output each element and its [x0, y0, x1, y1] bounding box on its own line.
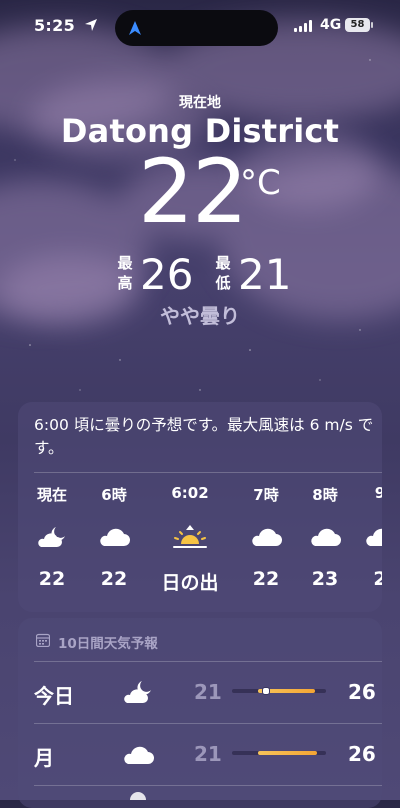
battery-icon: 58 — [345, 18, 370, 32]
high-value: 26 — [140, 250, 194, 299]
sunrise-icon — [173, 525, 207, 548]
condition-text: やや曇り — [160, 304, 240, 328]
status-time: 5:25 — [34, 16, 75, 35]
location-label: 現在地 — [179, 95, 221, 111]
current-temperature: 22 — [138, 140, 248, 243]
range-fill — [258, 751, 317, 755]
hour-label: 6時 — [101, 486, 127, 504]
day-name: 今日 — [34, 684, 74, 708]
day-low: 21 — [194, 680, 222, 704]
day-low: 21 — [194, 742, 222, 766]
divider — [34, 723, 382, 724]
ten-day-title: 10日間天気予報 — [58, 636, 158, 652]
hour-temp: 日の出 — [161, 572, 219, 594]
hour-temp: 22 — [38, 568, 66, 590]
forecast-summary: 6:00 頃に曇りの予想です。最大風速は 6 m/s です。 — [34, 416, 374, 457]
hour-temp: 23 — [311, 568, 339, 590]
temperature-range-bar — [232, 751, 326, 755]
divider — [34, 785, 382, 786]
day-high: 26 — [348, 742, 376, 766]
cellular-signal-icon — [294, 20, 314, 32]
day-name: 月 — [34, 746, 54, 770]
hourly-clip: 9 2 — [358, 402, 382, 612]
hour-temp: 22 — [252, 568, 280, 590]
calendar-icon — [36, 633, 50, 647]
hour-label: 7時 — [253, 486, 279, 504]
cloud-moon-icon — [38, 527, 65, 547]
low-value: 21 — [238, 250, 292, 299]
current-temp-dot — [261, 687, 270, 695]
cloud-moon-icon — [124, 681, 151, 703]
divider — [34, 661, 382, 662]
navigation-arrow-icon — [129, 21, 141, 35]
battery-tip — [371, 22, 373, 28]
location-arrow-icon — [85, 19, 97, 31]
day-row-today[interactable]: 今日 21 26 — [18, 666, 382, 722]
high-label-bottom: 高 — [117, 274, 133, 292]
hour-temp: 22 — [100, 568, 128, 590]
day-row-monday[interactable]: 月 21 26 — [18, 728, 382, 784]
cloud-icon — [366, 528, 382, 546]
dynamic-island[interactable] — [115, 10, 278, 46]
temperature-range-bar — [232, 687, 326, 695]
low-label-bottom: 低 — [215, 274, 231, 292]
temperature-unit: °C — [240, 163, 281, 203]
network-type: 4G — [320, 17, 342, 33]
high-label-top: 最 — [117, 254, 133, 272]
sun-icon — [130, 792, 146, 800]
hour-label: 9 — [374, 484, 382, 502]
low-label-top: 最 — [215, 254, 231, 272]
cloud-icon — [100, 528, 130, 546]
divider — [34, 472, 382, 473]
hourly-forecast-card[interactable]: 6:00 頃に曇りの予想です。最大風速は 6 m/s です。 現在 22 6時 … — [18, 402, 382, 612]
cloud-icon — [311, 528, 341, 546]
hour-label: 6:02 — [171, 484, 209, 502]
cloud-icon — [252, 528, 282, 546]
hour-temp: 2 — [373, 568, 382, 590]
hour-label: 8時 — [312, 486, 338, 504]
day-high: 26 — [348, 680, 376, 704]
status-bar: 5:25 4G 58 — [0, 0, 400, 56]
cloud-icon — [124, 746, 154, 764]
hour-label: 現在 — [36, 486, 67, 504]
